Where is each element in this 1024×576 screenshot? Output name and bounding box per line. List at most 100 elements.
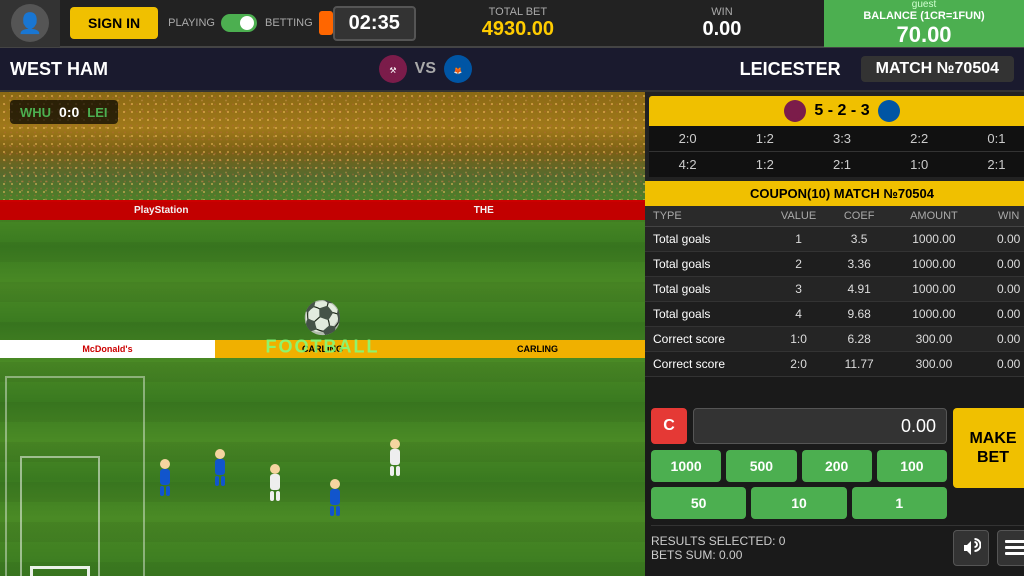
home-team-badge: ⚒ bbox=[379, 55, 407, 83]
chip-area: C 1000500200100 50101 bbox=[651, 408, 947, 519]
betting-area: BETTING bbox=[265, 11, 333, 35]
coupon-coef-2: 4.91 bbox=[829, 282, 890, 296]
score-cell[interactable]: 2:0 bbox=[649, 129, 726, 148]
coupon-value-0: 1 bbox=[768, 232, 829, 246]
coupon-amount-1: 1000.00 bbox=[889, 257, 978, 271]
chip-500-button[interactable]: 500 bbox=[726, 450, 796, 482]
total-bet-value: 4930.00 bbox=[416, 18, 620, 41]
vs-text: VS bbox=[415, 60, 436, 78]
coupon-row[interactable]: Total goals 2 3.36 1000.00 0.00 bbox=[645, 252, 1024, 277]
coupon-row[interactable]: Total goals 3 4.91 1000.00 0.00 bbox=[645, 277, 1024, 302]
chip-200-button[interactable]: 200 bbox=[802, 450, 872, 482]
logo-area: 👤 bbox=[0, 0, 60, 47]
coupon-coef-3: 9.68 bbox=[829, 307, 890, 321]
score-cell[interactable]: 1:0 bbox=[881, 155, 958, 174]
goal-post bbox=[30, 566, 90, 576]
chip-1000-button[interactable]: 1000 bbox=[651, 450, 721, 482]
playing-toggle[interactable] bbox=[221, 14, 257, 32]
coupon-type-3: Total goals bbox=[645, 307, 768, 321]
score-header-row: 5 - 2 - 3 bbox=[649, 96, 1024, 126]
coupon-value-4: 1:0 bbox=[768, 332, 829, 346]
coupon-win-2: 0.00 bbox=[978, 282, 1024, 296]
timer: 02:35 bbox=[333, 6, 416, 41]
coupon-win-3: 0.00 bbox=[978, 307, 1024, 321]
coupon-coef-0: 3.5 bbox=[829, 232, 890, 246]
football-logo: ⚽ FOOTBALL bbox=[266, 299, 380, 358]
score-row-1: 2:01:23:32:20:1 bbox=[649, 126, 1024, 152]
coupon-coef-5: 11.77 bbox=[829, 357, 890, 371]
chip-10-button[interactable]: 10 bbox=[751, 487, 846, 519]
coupon-type-1: Total goals bbox=[645, 257, 768, 271]
score-cell[interactable]: 2:1 bbox=[803, 155, 880, 174]
coupon-row[interactable]: Correct score 1:0 6.28 300.00 0.00 bbox=[645, 327, 1024, 352]
coupon-type-4: Correct score bbox=[645, 332, 768, 346]
coupon-row[interactable]: Total goals 4 9.68 1000.00 0.00 bbox=[645, 302, 1024, 327]
coupon-coef-1: 3.36 bbox=[829, 257, 890, 271]
player-5 bbox=[390, 439, 400, 476]
bet-input[interactable] bbox=[693, 408, 947, 444]
playing-area: PLAYING bbox=[168, 14, 257, 32]
coupon-win-1: 0.00 bbox=[978, 257, 1024, 271]
score-cell[interactable]: 4:2 bbox=[649, 155, 726, 174]
coupon-amount-0: 1000.00 bbox=[889, 232, 978, 246]
away-team-badge: 🦊 bbox=[444, 55, 472, 83]
vs-area: ⚒ VS 🦊 bbox=[379, 55, 472, 83]
bets-sum: BETS SUM: 0.00 bbox=[651, 548, 785, 562]
score-cell[interactable]: 0:1 bbox=[958, 129, 1024, 148]
clear-button[interactable]: C bbox=[651, 408, 687, 444]
score-home-abbr: WHU bbox=[20, 105, 51, 120]
coupon-type-2: Total goals bbox=[645, 282, 768, 296]
total-bet-area: TOTAL BET 4930.00 bbox=[416, 6, 620, 41]
score-row-2: 4:21:22:11:02:1 bbox=[649, 152, 1024, 177]
coupon-header: COUPON(10) MATCH №70504 bbox=[645, 181, 1024, 206]
win-value: 0.00 bbox=[620, 18, 824, 41]
score-header-away-badge bbox=[878, 100, 900, 122]
score-header-home-badge bbox=[784, 100, 806, 122]
coupon-table: TYPE VALUE COEF AMOUNT WIN Total goals 1… bbox=[645, 206, 1024, 402]
score-cell[interactable]: 2:1 bbox=[958, 155, 1024, 174]
coupon-rows-container: Total goals 1 3.5 1000.00 0.00 Total goa… bbox=[645, 227, 1024, 377]
menu-icon-button[interactable] bbox=[997, 530, 1024, 566]
coupon-amount-3: 1000.00 bbox=[889, 307, 978, 321]
right-panel: 5 - 2 - 3 2:01:23:32:20:1 4:21:22:11:02:… bbox=[645, 92, 1024, 576]
betting-label: BETTING bbox=[265, 17, 313, 29]
volume-icon-button[interactable] bbox=[953, 530, 989, 566]
coupon-row[interactable]: Total goals 1 3.5 1000.00 0.00 bbox=[645, 227, 1024, 252]
score-cell[interactable]: 3:3 bbox=[803, 129, 880, 148]
input-row: C bbox=[651, 408, 947, 444]
coupon-coef-4: 6.28 bbox=[829, 332, 890, 346]
svg-text:⚒: ⚒ bbox=[389, 66, 396, 75]
score-cell[interactable]: 1:2 bbox=[726, 155, 803, 174]
coupon-win-0: 0.00 bbox=[978, 232, 1024, 246]
win-label: WIN bbox=[620, 6, 824, 18]
score-cell[interactable]: 1:2 bbox=[726, 129, 803, 148]
home-team-name: WEST HAM bbox=[10, 59, 379, 80]
coupon-value-1: 2 bbox=[768, 257, 829, 271]
score-cell[interactable]: 2:2 bbox=[881, 129, 958, 148]
win-area: WIN 0.00 bbox=[620, 6, 824, 41]
top-bar: 👤 SIGN IN PLAYING BETTING 02:35 TOTAL BE… bbox=[0, 0, 1024, 48]
score-away-abbr: LEI bbox=[87, 105, 107, 120]
chip-row2: 50101 bbox=[651, 487, 947, 519]
coupon-win-5: 0.00 bbox=[978, 357, 1024, 371]
chip-50-button[interactable]: 50 bbox=[651, 487, 746, 519]
col-amount-header: AMOUNT bbox=[889, 206, 978, 226]
sign-in-button[interactable]: SIGN IN bbox=[70, 7, 158, 39]
make-bet-button[interactable]: MAKEBET bbox=[953, 408, 1024, 488]
player-4 bbox=[330, 479, 340, 516]
status-row: RESULTS SELECTED: 0 BETS SUM: 0.00 bbox=[651, 525, 1024, 570]
balance-area: guest BALANCE (1CR=1FUN) 70.00 bbox=[824, 0, 1024, 47]
chip-1-button[interactable]: 1 bbox=[852, 487, 947, 519]
bottom-icons bbox=[953, 530, 1024, 566]
coupon-row[interactable]: Correct score 2:0 11.77 300.00 0.00 bbox=[645, 352, 1024, 377]
col-coef-header: COEF bbox=[829, 206, 890, 226]
football-text: FOOTBALL bbox=[266, 337, 380, 358]
video-area: PlayStation THE McDonald's CARLING CARLI… bbox=[0, 92, 645, 576]
coupon-col-headers: TYPE VALUE COEF AMOUNT WIN bbox=[645, 206, 1024, 227]
match-bar: WEST HAM ⚒ VS 🦊 LEICESTER MATCH №70504 bbox=[0, 48, 1024, 92]
bottom-controls: C 1000500200100 50101 MAKEBET RESULTS SE… bbox=[645, 402, 1024, 576]
col-win-header: WIN bbox=[978, 206, 1024, 226]
chip-100-button[interactable]: 100 bbox=[877, 450, 947, 482]
coupon-type-5: Correct score bbox=[645, 357, 768, 371]
bet-action-area: C 1000500200100 50101 MAKEBET bbox=[651, 408, 1024, 519]
